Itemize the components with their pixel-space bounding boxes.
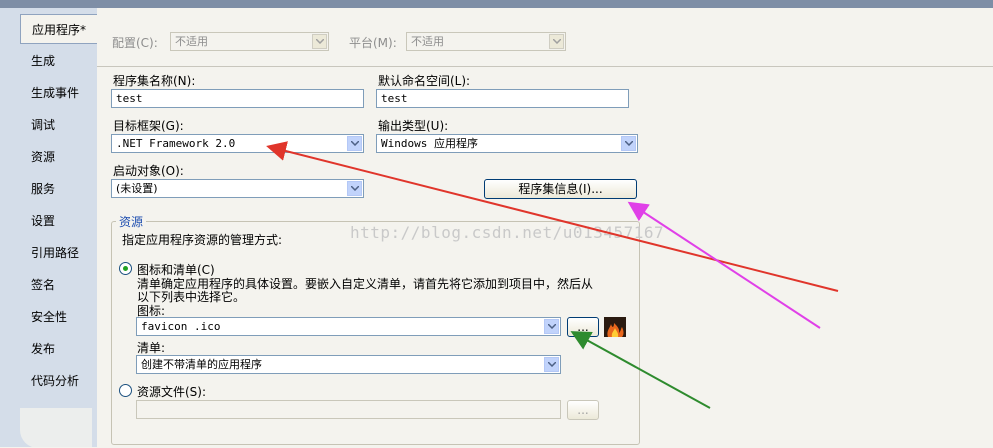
resource-file-label[interactable]: 资源文件(S):: [137, 383, 206, 400]
watermark: http://blog.csdn.net/u013457167: [350, 223, 665, 242]
chevron-down-icon: [549, 34, 564, 49]
chevron-down-icon[interactable]: [544, 319, 559, 334]
tab-reference-paths[interactable]: 引用路径: [20, 238, 97, 268]
platform-label: 平台(M):: [349, 36, 397, 50]
startup-object-value: (未设置): [116, 182, 158, 195]
window-top-strip: [0, 0, 993, 8]
manifest-label: 清单:: [137, 341, 166, 355]
icon-select[interactable]: favicon .ico: [136, 317, 561, 336]
tab-settings[interactable]: 设置: [20, 206, 97, 236]
icon-manifest-radio[interactable]: [119, 262, 132, 275]
assembly-name-label: 程序集名称(N):: [113, 74, 196, 88]
output-type-value: Windows 应用程序: [381, 137, 478, 150]
output-type-label: 输出类型(U):: [378, 119, 449, 133]
config-select: 不适用: [170, 32, 329, 51]
resource-file-input: [136, 400, 561, 419]
icon-browse-button[interactable]: ...: [567, 317, 599, 337]
config-label: 配置(C):: [112, 36, 158, 50]
tab-build-events[interactable]: 生成事件: [20, 78, 97, 108]
startup-object-select[interactable]: (未设置): [111, 179, 364, 198]
resources-group-title: 资源: [116, 213, 147, 230]
manifest-select-value: 创建不带清单的应用程序: [141, 358, 262, 371]
startup-object-label: 启动对象(O):: [113, 164, 184, 178]
resource-file-radio[interactable]: [119, 384, 132, 397]
target-framework-value: .NET Framework 2.0: [116, 137, 236, 150]
assembly-name-input[interactable]: test: [111, 89, 364, 108]
output-type-select[interactable]: Windows 应用程序: [376, 134, 638, 153]
icon-select-value: favicon .ico: [141, 320, 221, 333]
sidebar-decoration: [20, 408, 92, 448]
manifest-select[interactable]: 创建不带清单的应用程序: [136, 355, 561, 374]
assembly-info-button[interactable]: 程序集信息(I)...: [484, 179, 637, 199]
chevron-down-icon: [312, 34, 327, 49]
fire-icon: [604, 317, 626, 337]
tab-debug[interactable]: 调试: [20, 110, 97, 140]
resource-file-browse-button: ...: [567, 400, 599, 420]
tab-resources[interactable]: 资源: [20, 142, 97, 172]
chevron-down-icon[interactable]: [621, 136, 636, 151]
tab-security[interactable]: 安全性: [20, 302, 97, 332]
resources-description: 指定应用程序资源的管理方式:: [122, 233, 283, 247]
platform-select: 不适用: [406, 32, 566, 51]
default-namespace-label: 默认命名空间(L):: [378, 74, 471, 88]
target-framework-label: 目标框架(G):: [113, 119, 184, 133]
tab-build[interactable]: 生成: [20, 46, 97, 76]
tab-publish[interactable]: 发布: [20, 334, 97, 364]
chevron-down-icon[interactable]: [347, 181, 362, 196]
tab-services[interactable]: 服务: [20, 174, 97, 204]
platform-select-value: 不适用: [411, 35, 444, 48]
tab-application[interactable]: 应用程序*: [20, 14, 97, 44]
target-framework-select[interactable]: .NET Framework 2.0: [111, 134, 364, 153]
tab-signing[interactable]: 签名: [20, 270, 97, 300]
config-select-value: 不适用: [175, 35, 208, 48]
chevron-down-icon[interactable]: [544, 357, 559, 372]
tab-code-analysis[interactable]: 代码分析: [20, 366, 97, 396]
chevron-down-icon[interactable]: [347, 136, 362, 151]
default-namespace-input[interactable]: test: [376, 89, 629, 108]
radio-selected-dot: [123, 266, 128, 271]
